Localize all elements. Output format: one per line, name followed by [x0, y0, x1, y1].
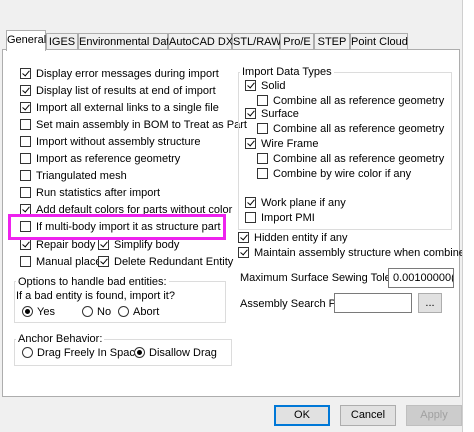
checkbox-label: Combine all as reference geometry: [273, 123, 445, 135]
radio-label: Yes: [37, 306, 55, 318]
anchor-behavior-title: Anchor Behavior:: [16, 333, 105, 346]
checkbox-box[interactable]: [238, 247, 249, 258]
checkbox-box[interactable]: [20, 85, 31, 96]
search-path-input[interactable]: [334, 293, 412, 313]
highlight-annotation: [8, 214, 226, 240]
radio-button[interactable]: [22, 306, 33, 317]
window-edge: [462, 0, 474, 432]
tab-general[interactable]: General: [6, 30, 46, 51]
checkbox-label: Simplify body: [114, 239, 180, 251]
radio-button[interactable]: [134, 347, 145, 358]
radio-label: Disallow Drag: [149, 347, 217, 359]
checkbox-label: Solid: [261, 80, 286, 92]
tab-strip: General IGES Environmental Data AutoCAD …: [2, 30, 462, 51]
radio-label: No: [97, 306, 112, 318]
checkbox-box[interactable]: [238, 232, 249, 243]
sewing-tolerance-input[interactable]: 0.00100000(: [388, 268, 454, 288]
checkbox-label: Import without assembly structure: [36, 136, 201, 148]
checkbox-box[interactable]: [20, 68, 31, 79]
tab-iges[interactable]: IGES: [46, 33, 78, 49]
checkbox-box[interactable]: [245, 108, 256, 119]
checkbox-label: Triangulated mesh: [36, 170, 127, 182]
checkbox-label: Maintain assembly structure when combine: [254, 247, 465, 259]
checkbox-label: Import PMI: [261, 212, 315, 224]
apply-button[interactable]: Apply: [406, 405, 462, 426]
radio-button[interactable]: [118, 306, 129, 317]
checkbox-box[interactable]: [20, 170, 31, 181]
tab-step[interactable]: STEP: [314, 33, 350, 49]
checkbox-label: Set main assembly in BOM to Treat as Par…: [36, 119, 247, 131]
checkbox-box[interactable]: [257, 168, 268, 179]
checkbox-label: Surface: [261, 108, 299, 120]
checkbox-label: Display error messages during import: [36, 68, 219, 80]
checkbox-label: Display list of results at end of import: [36, 85, 216, 97]
checkbox-label: Repair body: [36, 239, 96, 251]
ok-button[interactable]: OK: [274, 405, 330, 426]
checkbox-box[interactable]: [245, 138, 256, 149]
checkbox-box[interactable]: [245, 197, 256, 208]
tab-environmental-data[interactable]: Environmental Data: [78, 33, 176, 49]
checkbox-box[interactable]: [20, 239, 31, 250]
checkbox-label: Combine by wire color if any: [273, 168, 412, 180]
tab-point-cloud[interactable]: Point Cloud: [350, 33, 408, 49]
checkbox-label: Manual place: [36, 256, 102, 268]
browse-button[interactable]: ...: [418, 293, 442, 313]
checkbox-box[interactable]: [20, 119, 31, 130]
radio-button[interactable]: [22, 347, 33, 358]
checkbox-box[interactable]: [20, 102, 31, 113]
checkbox-box[interactable]: [245, 212, 256, 223]
checkbox-box[interactable]: [257, 123, 268, 134]
checkbox-box[interactable]: [20, 187, 31, 198]
checkbox-label: Wire Frame: [261, 138, 319, 150]
checkbox-label: Hidden entity if any: [254, 232, 348, 244]
radio-label: Abort: [133, 306, 160, 318]
import-data-types-title: Import Data Types: [240, 66, 334, 79]
checkbox-label: Import as reference geometry: [36, 153, 181, 165]
checkbox-box[interactable]: [20, 136, 31, 147]
radio-button[interactable]: [82, 306, 93, 317]
import-options-dialog: General IGES Environmental Data AutoCAD …: [0, 0, 465, 432]
cancel-button[interactable]: Cancel: [340, 405, 396, 426]
checkbox-label: Combine all as reference geometry: [273, 153, 445, 165]
checkbox-label: Delete Redundant Entity: [114, 256, 234, 268]
checkbox-box[interactable]: [20, 153, 31, 164]
radio-label: Drag Freely In Space: [37, 347, 141, 359]
checkbox-label: Work plane if any: [261, 197, 346, 209]
tab-pro-e[interactable]: Pro/E: [280, 33, 314, 49]
tab-stl-raw[interactable]: STL/RAW: [232, 33, 282, 49]
checkbox-label: Import all external links to a single fi…: [36, 102, 219, 114]
checkbox-box[interactable]: [257, 95, 268, 106]
checkbox-box[interactable]: [98, 239, 109, 250]
tab-autocad-dxf[interactable]: AutoCAD DXF: [168, 33, 240, 49]
checkbox-box[interactable]: [257, 153, 268, 164]
checkbox-box[interactable]: [245, 80, 256, 91]
checkbox-label: Run statistics after import: [36, 187, 161, 199]
bad-entities-title: Options to handle bad entities:: [16, 276, 169, 289]
checkbox-box[interactable]: [20, 256, 31, 267]
checkbox-box[interactable]: [98, 256, 109, 267]
bad-entities-prompt: If a bad entity is found, import it?: [16, 290, 175, 302]
